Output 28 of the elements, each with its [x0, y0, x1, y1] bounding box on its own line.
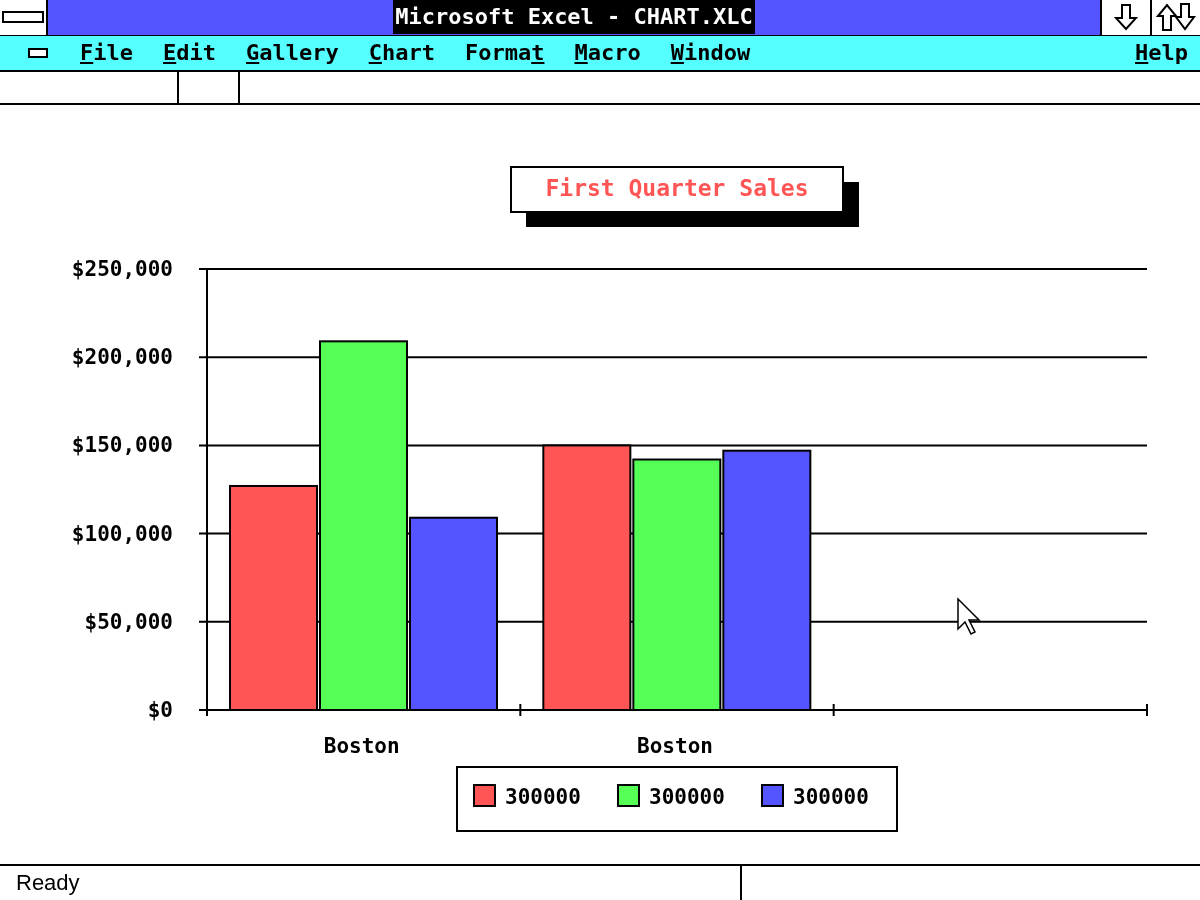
menu-item[interactable]: Gallery — [246, 40, 339, 66]
y-axis-label: $200,000 — [71, 345, 173, 370]
legend-label: 300000 — [505, 785, 581, 809]
category-label: Boston — [637, 734, 713, 758]
y-axis-label: $0 — [147, 698, 173, 722]
chart-title: First Quarter Sales — [545, 175, 809, 201]
system-menu-button[interactable] — [0, 0, 48, 35]
maximize-button[interactable] — [1150, 0, 1200, 35]
menu-item[interactable]: Edit — [163, 40, 216, 66]
down-arrow-icon — [1114, 3, 1138, 32]
menu-item[interactable]: Window — [670, 40, 751, 66]
up-down-arrows-icon — [1156, 2, 1196, 33]
legend-label: 300000 — [793, 785, 869, 809]
menu-item[interactable]: Macro — [574, 40, 641, 66]
control-menu-icon[interactable] — [28, 48, 48, 58]
y-axis-label: $100,000 — [71, 521, 173, 546]
y-axis-label: $150,000 — [71, 433, 173, 458]
y-axis-label: $250,000 — [71, 257, 173, 281]
menu-item[interactable]: File — [80, 40, 133, 66]
category-label: Boston — [323, 734, 400, 758]
menu-item[interactable]: Help — [1135, 40, 1188, 66]
minimize-button[interactable] — [1100, 0, 1150, 35]
menu-item[interactable]: Format — [464, 40, 545, 66]
window-title: Microsoft Excel - CHART.XLC — [393, 0, 755, 35]
status-text: Ready — [0, 866, 742, 900]
legend-label: 300000 — [649, 785, 725, 809]
y-axis-label: $50,000 — [84, 609, 173, 634]
menu-item[interactable]: Chart — [368, 40, 435, 66]
